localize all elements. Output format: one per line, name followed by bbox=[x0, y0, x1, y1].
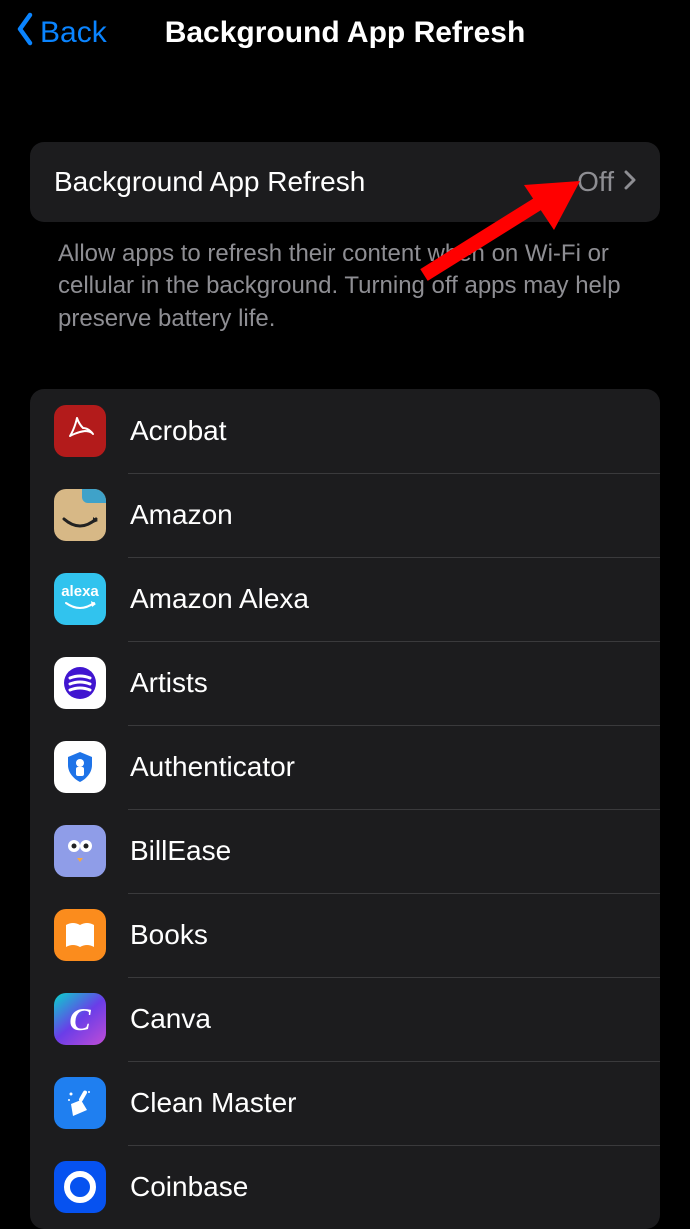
app-name: Books bbox=[130, 919, 208, 951]
app-row-acrobat[interactable]: Acrobat bbox=[30, 389, 660, 473]
setting-label: Background App Refresh bbox=[54, 166, 365, 198]
app-row-books[interactable]: Books bbox=[30, 893, 660, 977]
app-row-canva[interactable]: C Canva bbox=[30, 977, 660, 1061]
app-row-alexa[interactable]: alexa Amazon Alexa bbox=[30, 557, 660, 641]
app-row-artists[interactable]: Artists bbox=[30, 641, 660, 725]
acrobat-icon bbox=[54, 405, 106, 457]
apps-list: Acrobat Amazon alexa Amazon Alexa Artist… bbox=[30, 389, 660, 1229]
app-name: Artists bbox=[130, 667, 208, 699]
background-refresh-setting[interactable]: Background App Refresh Off bbox=[30, 142, 660, 222]
page-title: Background App Refresh bbox=[14, 16, 676, 50]
setting-value-wrap: Off bbox=[577, 166, 636, 198]
authenticator-icon bbox=[54, 741, 106, 793]
app-name: Amazon bbox=[130, 499, 233, 531]
back-label: Back bbox=[40, 16, 107, 50]
app-row-billease[interactable]: BillEase bbox=[30, 809, 660, 893]
books-icon bbox=[54, 909, 106, 961]
nav-header: Back Background App Refresh bbox=[0, 0, 690, 72]
app-row-cleanmaster[interactable]: Clean Master bbox=[30, 1061, 660, 1145]
coinbase-icon bbox=[54, 1161, 106, 1213]
billease-icon bbox=[54, 825, 106, 877]
app-name: BillEase bbox=[130, 835, 231, 867]
setting-description: Allow apps to refresh their content when… bbox=[30, 222, 660, 335]
app-row-coinbase[interactable]: Coinbase bbox=[30, 1145, 660, 1229]
app-name: Amazon Alexa bbox=[130, 583, 309, 615]
chevron-right-icon bbox=[624, 170, 636, 195]
clean-master-icon bbox=[54, 1077, 106, 1129]
chevron-left-icon bbox=[14, 12, 36, 54]
app-name: Acrobat bbox=[130, 415, 227, 447]
app-name: Clean Master bbox=[130, 1087, 297, 1119]
app-name: Coinbase bbox=[130, 1171, 248, 1203]
app-row-amazon[interactable]: Amazon bbox=[30, 473, 660, 557]
amazon-icon bbox=[54, 489, 106, 541]
app-name: Canva bbox=[130, 1003, 211, 1035]
setting-value: Off bbox=[577, 166, 614, 198]
app-row-authenticator[interactable]: Authenticator bbox=[30, 725, 660, 809]
app-name: Authenticator bbox=[130, 751, 295, 783]
artists-icon bbox=[54, 657, 106, 709]
canva-icon: C bbox=[54, 993, 106, 1045]
alexa-icon: alexa bbox=[54, 573, 106, 625]
back-button[interactable]: Back bbox=[14, 12, 107, 54]
